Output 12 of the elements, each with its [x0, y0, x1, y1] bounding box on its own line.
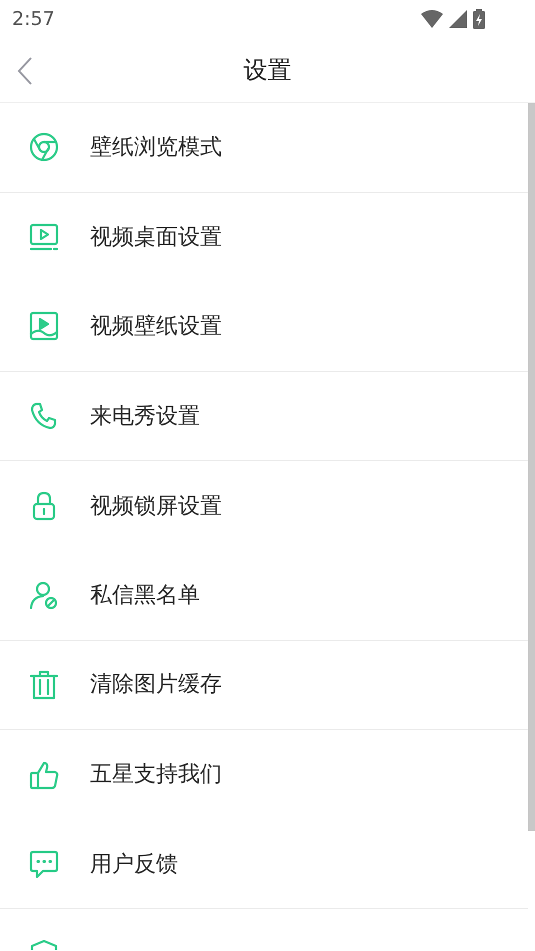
settings-item[interactable]: 清除图片缓存 [0, 640, 528, 730]
wifi-icon [421, 10, 443, 28]
signal-icon [449, 10, 467, 28]
back-icon[interactable] [16, 56, 34, 86]
video-image-icon [28, 310, 60, 342]
status-time: 2:57 [12, 6, 55, 32]
chat-icon [28, 848, 60, 880]
chrome-icon [28, 131, 60, 164]
trash-icon [28, 668, 60, 701]
page-title: 设置 [244, 55, 292, 86]
battery-icon [473, 9, 485, 29]
user-blocked-icon [28, 579, 60, 612]
